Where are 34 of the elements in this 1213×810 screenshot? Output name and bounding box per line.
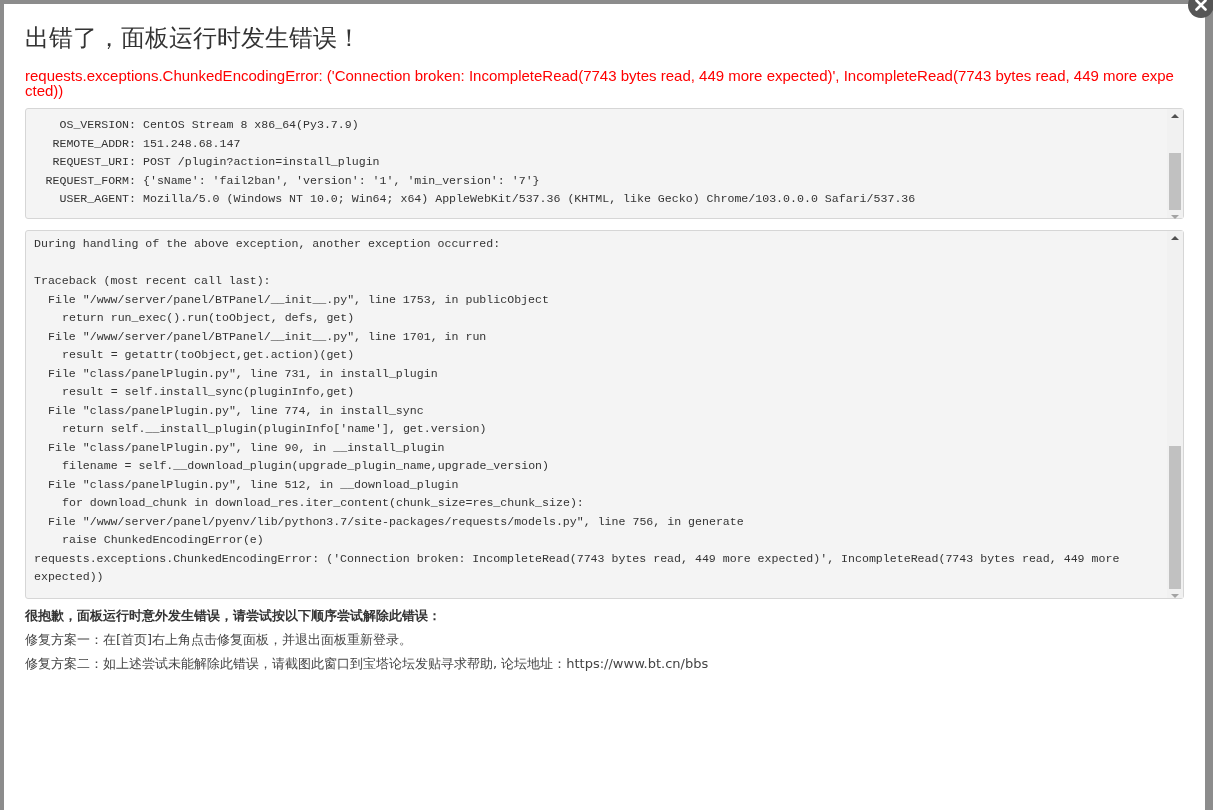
traceback-line: return self.__install_plugin(pluginInfo['name'], get.version): [62, 421, 487, 437]
field-label: USER_AGENT:: [58, 191, 136, 207]
traceback-line: File "/www/server/panel/BTPanel/__init__.py", line 1701, in run: [48, 328, 487, 345]
field-value: 151.248.68.147: [143, 135, 241, 152]
scrollbar[interactable]: [1167, 231, 1183, 598]
field-value: {'sName': 'fail2ban', 'version': '1', 'min_version': '7'}: [143, 172, 540, 189]
traceback-line: Traceback (most recent call last):: [34, 273, 271, 289]
traceback-line: File "class/panelPlugin.py", line 731, in install_plugin: [48, 365, 438, 382]
help-step: 修复方案二：如上述尝试未能解除此错误，请截图此窗口到宝塔论坛发贴寻求帮助, 论坛地址：https://www.bt.cn/bbs: [25, 654, 1184, 674]
traceback-line: requests.exceptions.ChunkedEncodingError: ('Connection broken: IncompleteRead(7743 bytes read, 449 more expected)', IncompleteRead(7743 bytes read, 449 more expected)): [34, 550, 1121, 585]
field-label: REQUEST_FORM:: [44, 172, 136, 189]
traceback-line: File "/www/server/panel/BTPanel/__init__.py", line 1753, in publicObject: [48, 291, 549, 308]
traceback-line: for download_chunk in download_res.iter_content(chunk_size=res_chunk_size):: [62, 495, 584, 511]
field-label: REMOTE_ADDR:: [51, 135, 136, 152]
traceback-line: filename = self.__download_plugin(upgrade_plugin_name,upgrade_version): [62, 458, 550, 474]
field-value: Mozilla/5.0 (Windows NT 10.0; Win64; x64) AppleWebKit/537.36 (KHTML, like Gecko) Chrome/103.0.0.0 Safari/537.36: [143, 191, 916, 207]
traceback-line: File "/www/server/panel/pyenv/lib/python3.7/site-packages/requests/models.py", line 756, in generate: [48, 513, 744, 530]
traceback-line: File "class/panelPlugin.py", line 90, in __install_plugin: [48, 439, 445, 456]
field-label: OS_VERSION:: [58, 117, 136, 133]
error-message: requests.exceptions.ChunkedEncodingError: ('Connection broken: IncompleteRead(7743 bytes read, 449 more expected)', IncompleteRead(7743 bytes read, 449 more expected)): [25, 68, 1175, 98]
traceback-line: result = getattr(toObject,get.action)(get): [62, 347, 355, 363]
traceback-line: File "class/panelPlugin.py", line 512, in __download_plugin: [48, 476, 459, 493]
field-value: CentOS Stream 8 x86_64(Py3.7.9): [143, 117, 359, 133]
traceback-line: result = self.install_sync(pluginInfo,get): [62, 384, 355, 400]
help-heading: 很抱歉，面板运行时意外发生错误，请尝试按以下顺序尝试解除此错误：: [25, 607, 442, 625]
traceback-line: raise ChunkedEncodingError(e): [62, 532, 264, 548]
field-value: POST /plugin?action=install_plugin: [143, 154, 380, 170]
scrollbar[interactable]: [1167, 109, 1183, 218]
field-label: REQUEST_URI:: [51, 154, 136, 170]
help-step: 修复方案一：在[首页]右上角点击修复面板，并退出面板重新登录。: [25, 630, 1184, 650]
traceback-line: return run_exec().run(toObject, defs, get): [62, 310, 355, 326]
traceback-line: During handling of the above exception, another exception occurred:: [34, 236, 501, 252]
traceback-line: File "class/panelPlugin.py", line 774, in install_sync: [48, 402, 424, 419]
dialog-title: 出错了，面板运行时发生错误！: [25, 23, 362, 54]
